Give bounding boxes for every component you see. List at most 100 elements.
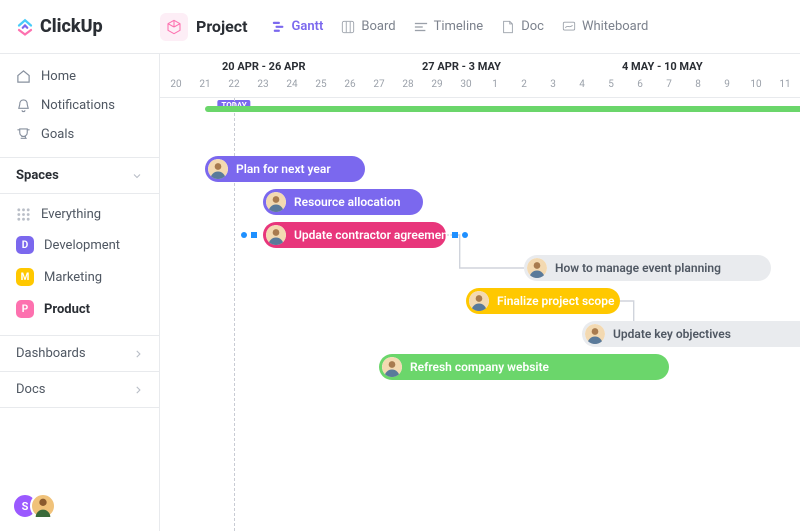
brand-text: ClickUp [40,16,103,37]
link-handle[interactable] [462,232,468,238]
project-icon [160,13,188,41]
space-badge: M [16,268,34,286]
view-gantt[interactable]: Gantt [272,19,324,34]
day-tick: 29 [431,79,442,90]
breadcrumb: Project [160,13,248,41]
space-badge: P [16,300,34,318]
task-label: Refresh company website [410,360,549,374]
task-label: Update contractor agreement [294,228,452,242]
task-label: Resource allocation [294,195,400,209]
gantt-icon [272,20,286,34]
overall-progress [205,106,800,112]
space-label: Development [44,238,120,253]
link-label: Docs [16,382,45,397]
day-tick: 4 [579,79,585,90]
view-label: Whiteboard [582,19,648,34]
view-timeline[interactable]: Timeline [414,19,484,34]
space-badge: D [16,236,34,254]
resize-handle[interactable] [251,232,257,238]
bell-icon [16,98,31,113]
spaces-list: Everything D Development M Marketing P P… [0,194,159,335]
sidebar-item-label: Goals [41,127,74,142]
sidebar-item-dashboards[interactable]: Dashboards [0,335,159,371]
assignee-avatar[interactable] [585,324,605,344]
day-tick: 7 [666,79,672,90]
task-label: Finalize project scope [497,294,614,308]
day-tick: 10 [750,79,761,90]
day-tick: 2 [521,79,527,90]
day-tick: 1 [492,79,498,90]
task-label: Update key objectives [613,327,731,341]
task-bar-website[interactable]: Refresh company website [379,354,669,380]
range-label: 20 APR - 26 APR [222,60,306,73]
chevron-right-icon [133,349,143,359]
assignee-avatar[interactable] [208,159,228,179]
sidebar-item-label: Notifications [41,98,115,113]
day-tick: 23 [257,79,268,90]
space-product[interactable]: P Product [0,293,159,325]
sidebar-item-notifications[interactable]: Notifications [0,91,159,120]
section-title: Spaces [16,168,59,183]
space-label: Everything [41,207,101,222]
range-label: 27 APR - 3 MAY [422,60,501,73]
day-tick: 20 [170,79,181,90]
day-tick: 22 [228,79,239,90]
task-label: How to manage event planning [555,261,721,275]
sidebar-item-home[interactable]: Home [0,62,159,91]
logo[interactable]: ClickUp [16,16,160,37]
view-label: Board [361,19,395,34]
task-bar-contract[interactable]: Update contractor agreement [263,222,446,248]
space-everything[interactable]: Everything [0,200,159,229]
page-title: Project [196,17,248,36]
clickup-logo-icon [16,18,34,36]
ruler: 20 APR - 26 APR 27 APR - 3 MAY 4 MAY - 10 … [160,54,800,98]
space-label: Product [44,302,90,317]
space-label: Marketing [44,270,102,285]
day-ticks: 2021222324252627282930123456789101112 [160,79,800,93]
doc-icon [501,20,515,34]
resize-handle[interactable] [452,232,458,238]
task-bar-objectives[interactable]: Update key objectives [582,321,800,347]
day-tick: 8 [695,79,701,90]
trophy-icon [16,127,31,142]
view-board[interactable]: Board [341,19,395,34]
range-label: 4 MAY - 10 MAY [622,60,703,73]
day-tick: 25 [315,79,326,90]
assignee-avatar[interactable] [266,192,286,212]
day-tick: 9 [724,79,730,90]
assignee-avatar[interactable] [382,357,402,377]
views: Gantt Board Timeline Doc Whiteboard [272,19,649,34]
assignee-avatar[interactable] [527,258,547,278]
spaces-header[interactable]: Spaces [0,157,159,194]
presence-avatar[interactable] [30,493,56,519]
home-icon [16,69,31,84]
whiteboard-icon [562,20,576,34]
sidebar: Home Notifications Goals Spaces Everythi… [0,54,160,531]
space-marketing[interactable]: M Marketing [0,261,159,293]
day-tick: 6 [637,79,643,90]
view-label: Timeline [434,19,484,34]
space-development[interactable]: D Development [0,229,159,261]
sidebar-item-goals[interactable]: Goals [0,120,159,149]
view-whiteboard[interactable]: Whiteboard [562,19,648,34]
sidebar-item-docs[interactable]: Docs [0,371,159,408]
gantt-area: 20 APR - 26 APR 27 APR - 3 MAY 4 MAY - 10 … [160,54,800,531]
gantt-chart[interactable]: Plan for next year Resource allocation Upd… [160,116,800,531]
day-tick: 26 [344,79,355,90]
view-doc[interactable]: Doc [501,19,544,34]
day-tick: 28 [402,79,413,90]
day-tick: 27 [373,79,384,90]
task-bar-plan[interactable]: Plan for next year [205,156,365,182]
task-bar-resource[interactable]: Resource allocation [263,189,423,215]
cube-icon [166,19,182,35]
assignee-avatar[interactable] [469,291,489,311]
day-tick: 21 [199,79,210,90]
task-bar-event[interactable]: How to manage event planning [524,255,771,281]
sidebar-item-label: Home [41,69,76,84]
presence[interactable]: S [12,493,48,519]
day-tick: 3 [550,79,556,90]
link-handle[interactable] [241,232,247,238]
task-bar-scope[interactable]: Finalize project scope [466,288,620,314]
day-tick: 5 [608,79,614,90]
assignee-avatar[interactable] [266,225,286,245]
